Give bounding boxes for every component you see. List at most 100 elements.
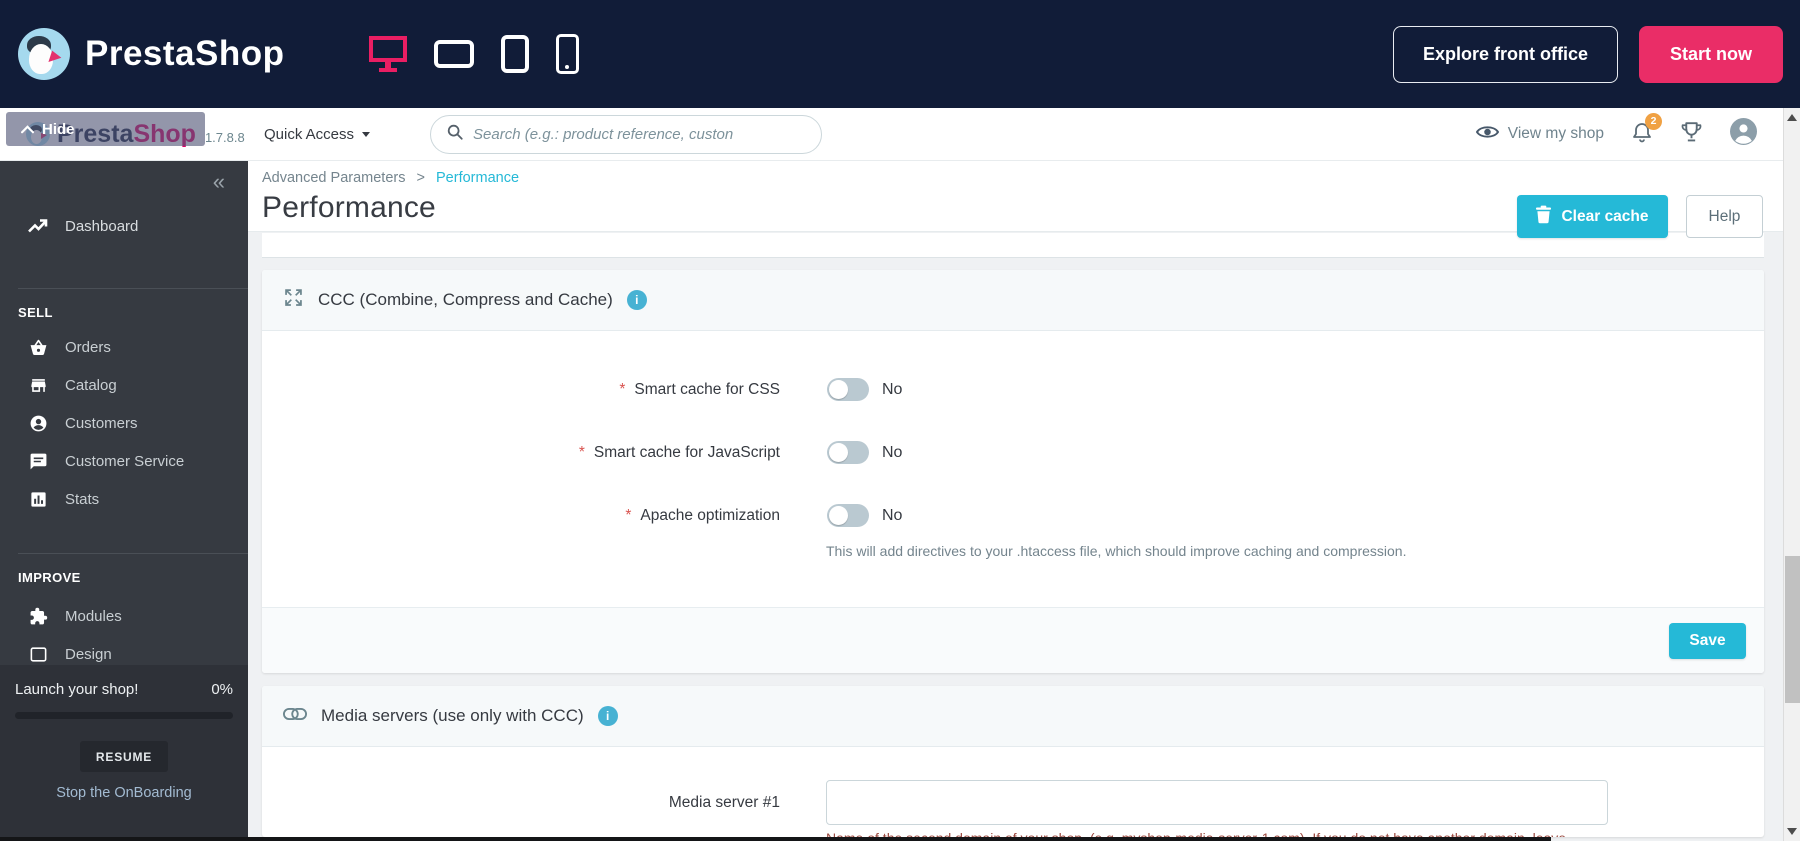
sidebar-item-modules[interactable]: Modules [0,597,248,635]
explore-front-office-button[interactable]: Explore front office [1392,25,1618,83]
eye-icon [1475,124,1499,145]
desktop-preview-icon[interactable] [368,36,407,72]
sidebar-item-catalog[interactable]: Catalog [0,366,248,404]
stop-onboarding-link[interactable]: Stop the OnBoarding [15,785,233,801]
tablet-portrait-preview-icon[interactable] [500,35,529,73]
profile-avatar[interactable] [1730,118,1757,150]
media-server-1-input[interactable] [826,780,1608,825]
sidebar-item-customer-service[interactable]: Customer Service [0,442,248,480]
form-row-smart-cache-js: * Smart cache for JavaScript No [262,421,1764,484]
scrollbar-down-arrow[interactable] [1787,828,1797,835]
page-scrollbar[interactable] [1783,108,1800,841]
sidebar-item-dashboard[interactable]: Dashboard [0,207,248,245]
expand-panel-icon[interactable] [283,287,304,313]
breadcrumb-parent[interactable]: Advanced Parameters [262,170,405,186]
media-servers-panel-title: Media servers (use only with CCC) [321,706,584,725]
scrollbar-thumb[interactable] [1785,556,1800,703]
quick-access-dropdown[interactable]: Quick Access [264,125,371,143]
hide-label: Hide [42,120,75,138]
sidebar-item-label: Catalog [65,376,117,394]
sidebar-item-label: Modules [65,607,122,625]
collapse-sidebar-button[interactable]: « [213,169,225,195]
view-my-shop-label: View my shop [1507,125,1604,142]
required-asterisk: * [625,506,632,524]
brand-name: PrestaShop [85,34,285,73]
orders-icon [28,338,48,357]
device-preview-switcher [368,34,579,74]
view-my-shop-link[interactable]: View my shop [1475,124,1604,145]
trophy-icon[interactable] [1680,120,1703,148]
topbar-actions: Explore front office Start now [1392,25,1783,83]
smart-cache-js-value: No [882,443,903,461]
apache-optimization-hint: This will add directives to your .htacce… [826,543,1407,559]
sidebar-item-label: Design [65,645,112,663]
admin-header-bar: PrestaShop 1.7.8.8 Quick Access View my … [0,108,1783,161]
start-now-button[interactable]: Start now [1638,25,1783,83]
main-content: Advanced Parameters > Performance Perfor… [248,161,1783,841]
apache-optimization-label: Apache optimization [640,506,780,524]
chevron-up-icon [21,121,34,138]
save-button[interactable]: Save [1669,623,1746,659]
tablet-landscape-preview-icon[interactable] [433,40,474,68]
media-servers-panel-body: Media server #1 Name of the second domai… [262,747,1764,837]
onboarding-panel: Launch your shop! 0% RESUME Stop the OnB… [0,665,248,841]
breadcrumb-separator: > [416,170,425,186]
apache-optimization-toggle[interactable] [827,504,869,527]
clear-cache-button[interactable]: Clear cache [1517,195,1668,238]
ccc-panel: CCC (Combine, Compress and Cache) i * Sma… [262,270,1764,673]
search-input[interactable] [473,125,807,143]
smart-cache-css-value: No [882,380,903,398]
media-servers-panel: Media servers (use only with CCC) i Medi… [262,686,1764,837]
breadcrumb-current: Performance [436,170,520,186]
sidebar-section-sell: SELL [18,305,53,320]
modules-icon [28,607,48,626]
sidebar-section-improve: IMPROVE [18,570,81,585]
prestashop-brand: PrestaShop [18,28,285,80]
sidebar-item-label: Stats [65,490,100,508]
mobile-preview-icon[interactable] [555,34,579,74]
smart-cache-js-toggle[interactable] [827,441,869,464]
quick-access-label: Quick Access [264,125,355,143]
prestashop-logo-icon [18,28,70,80]
required-asterisk: * [578,443,585,461]
design-icon [28,645,48,664]
sidebar-item-label: Customer Service [65,452,185,470]
ccc-panel-body: * Smart cache for CSS No * Smart cache for… [262,331,1764,607]
admin-header-actions: View my shop 2 [1475,112,1757,150]
sidebar-item-label: Dashboard [65,217,139,235]
smart-cache-css-toggle[interactable] [827,378,869,401]
help-button[interactable]: Help [1686,195,1763,238]
resume-onboarding-button[interactable]: RESUME [80,741,168,772]
notifications-button[interactable]: 2 [1631,112,1662,148]
stats-icon [28,490,48,509]
sidebar-item-customers[interactable]: Customers [0,404,248,442]
chevron-down-icon [362,131,371,137]
admin-sidebar: « Dashboard SELL Orders Catalog Customer… [0,161,248,841]
global-search [430,114,823,154]
info-icon[interactable]: i [597,706,618,726]
onboarding-progress-bar [15,712,233,719]
sidebar-item-label: Orders [65,338,111,356]
scrollbar-up-arrow[interactable] [1787,114,1797,121]
info-icon[interactable]: i [626,290,647,310]
ccc-panel-header: CCC (Combine, Compress and Cache) i [262,270,1764,331]
form-row-smart-cache-css: * Smart cache for CSS No [262,358,1764,421]
sidebar-item-orders[interactable]: Orders [0,328,248,366]
onboarding-percent: 0% [211,681,233,698]
version-label: 1.7.8.8 [204,129,245,145]
catalog-icon [28,376,48,395]
customers-icon [28,414,48,433]
hide-menu-button[interactable]: Hide [6,112,205,146]
sidebar-item-label: Customers [65,414,138,432]
clear-cache-label: Clear cache [1561,207,1649,225]
bell-icon [1631,122,1653,147]
ccc-panel-footer: Save [262,607,1764,673]
smart-cache-css-label: Smart cache for CSS [634,380,780,398]
dashboard-icon [28,218,48,234]
required-asterisk: * [619,380,626,398]
ccc-panel-title: CCC (Combine, Compress and Cache) [318,290,613,309]
onboarding-title: Launch your shop! [15,681,139,698]
sidebar-item-stats[interactable]: Stats [0,480,248,518]
form-row-media-server-1: Media server #1 [262,779,1764,826]
smart-cache-js-label: Smart cache for JavaScript [593,443,780,461]
